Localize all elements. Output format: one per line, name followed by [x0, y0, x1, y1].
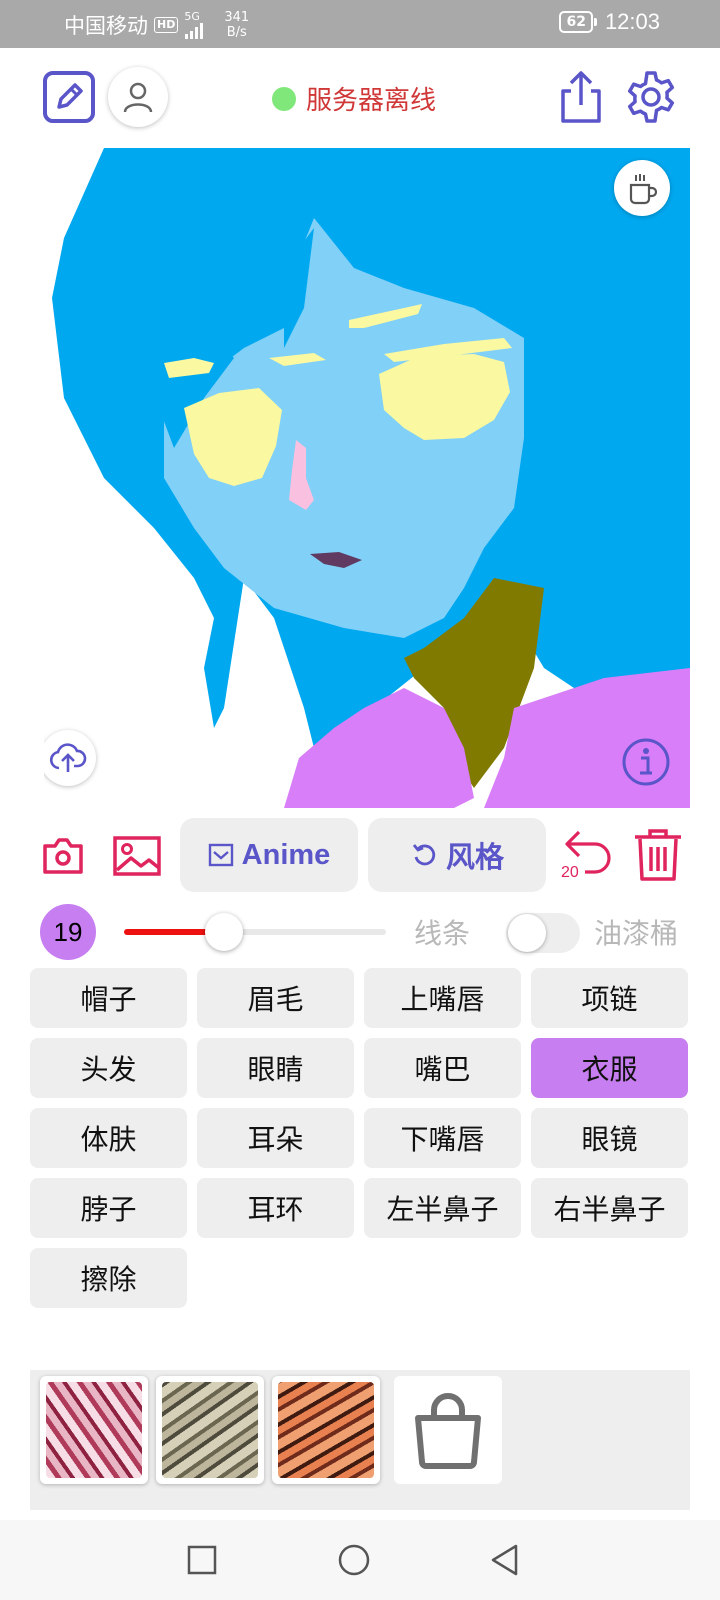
refresh-icon [412, 844, 436, 866]
line-label: 线条 [414, 917, 471, 950]
home-button[interactable] [334, 1540, 374, 1580]
texture-swatch[interactable] [156, 1376, 264, 1484]
slider-thumb[interactable] [204, 913, 243, 951]
brush-size-slider[interactable] [124, 913, 386, 951]
part-button[interactable]: 项链 [531, 968, 688, 1028]
gallery-button[interactable] [112, 834, 162, 878]
shop-button[interactable] [394, 1376, 502, 1484]
coffee-cup-icon [629, 174, 658, 205]
settings-button[interactable] [622, 68, 680, 126]
model-label: Anime [241, 838, 331, 871]
parts-grid: 帽子 眉毛 上嘴唇 项链 头发 眼睛 嘴巴 衣服 体肤 耳朵 下嘴唇 眼镜 脖子… [30, 968, 690, 1308]
drawing-canvas[interactable] [44, 148, 690, 808]
back-triangle-icon [491, 1544, 518, 1576]
part-button[interactable]: 右半鼻子 [531, 1178, 688, 1238]
texture-strip [30, 1370, 690, 1510]
battery-indicator: 62 [559, 11, 598, 33]
brush-row: 19 线条 油漆桶 [0, 904, 720, 960]
gear-icon [627, 71, 675, 123]
coffee-button[interactable] [614, 160, 670, 216]
square-icon [187, 1545, 217, 1575]
part-button[interactable]: 嘴巴 [364, 1038, 521, 1098]
image-icon [113, 836, 161, 876]
texture-image [162, 1382, 258, 1478]
speed-unit: B/s [226, 25, 247, 40]
server-status: 服务器离线 [272, 80, 436, 117]
server-status-text: 服务器离线 [306, 86, 437, 116]
clock: 12:03 [604, 9, 660, 34]
part-button[interactable]: 下嘴唇 [364, 1108, 521, 1168]
recents-button[interactable] [182, 1540, 222, 1580]
network-type: 5G [184, 11, 218, 39]
app-screen: 中国移动 HD 5G 341 B/s 62 12:03 服务器离线 Anime … [0, 0, 720, 1600]
camera-icon [43, 838, 83, 874]
signal-icon [185, 23, 204, 39]
share-button[interactable] [556, 68, 606, 126]
edit-square-icon [43, 71, 95, 123]
status-right: 62 12:03 [559, 9, 660, 35]
back-button[interactable] [484, 1540, 524, 1580]
part-button[interactable]: 帽子 [30, 968, 187, 1028]
toggle-knob [508, 914, 546, 952]
info-icon [622, 738, 670, 786]
style-button[interactable]: 风格 [368, 818, 546, 892]
texture-image [278, 1382, 374, 1478]
bucket-toggle[interactable] [506, 913, 580, 953]
part-button[interactable]: 耳朵 [197, 1108, 354, 1168]
part-button[interactable]: 头发 [30, 1038, 187, 1098]
camera-button[interactable] [40, 834, 86, 878]
mail-icon [208, 843, 233, 867]
account-button[interactable] [108, 67, 168, 127]
top-bar: 服务器离线 [0, 48, 720, 148]
part-button[interactable]: 眼镜 [531, 1108, 688, 1168]
draw-mode-button[interactable] [40, 68, 98, 126]
network-speed: 341 B/s [224, 10, 249, 40]
undo-count: 20 [561, 864, 579, 881]
status-dot [272, 86, 296, 111]
part-button[interactable]: 脖子 [30, 1178, 187, 1238]
model-select-button[interactable]: Anime [180, 818, 358, 892]
texture-image [46, 1382, 142, 1478]
circle-icon [338, 1544, 370, 1576]
tool-row: Anime 风格 20 [0, 818, 720, 894]
hd-badge: HD [154, 17, 179, 33]
texture-swatch[interactable] [40, 1376, 148, 1484]
part-button[interactable]: 衣服 [531, 1038, 688, 1098]
info-button[interactable] [620, 736, 672, 788]
style-label: 风格 [445, 842, 504, 874]
cloud-upload-icon [49, 743, 87, 772]
status-bar: 中国移动 HD 5G 341 B/s 62 12:03 [0, 0, 720, 48]
trash-icon [635, 829, 681, 881]
drawing-artwork [52, 148, 690, 808]
texture-swatch[interactable] [272, 1376, 380, 1484]
brush-size-badge: 19 [40, 904, 96, 960]
part-button[interactable]: 左半鼻子 [364, 1178, 521, 1238]
network-label: 5G [184, 10, 200, 23]
part-button[interactable]: 上嘴唇 [364, 968, 521, 1028]
carrier-name: 中国移动 [64, 14, 148, 38]
part-button[interactable]: 擦除 [30, 1248, 187, 1308]
part-button[interactable]: 眼睛 [197, 1038, 354, 1098]
person-icon [123, 82, 153, 113]
system-nav-bar [0, 1520, 720, 1600]
part-button[interactable]: 体肤 [30, 1108, 187, 1168]
speed-value: 341 [224, 10, 250, 25]
status-left: 中国移动 HD 5G 341 B/s [64, 10, 249, 40]
part-button[interactable]: 耳环 [197, 1178, 354, 1238]
delete-button[interactable] [632, 826, 684, 884]
shopping-bag-icon [415, 1393, 481, 1469]
bucket-label: 油漆桶 [594, 917, 679, 950]
part-button[interactable]: 眉毛 [197, 968, 354, 1028]
share-icon [561, 71, 601, 123]
